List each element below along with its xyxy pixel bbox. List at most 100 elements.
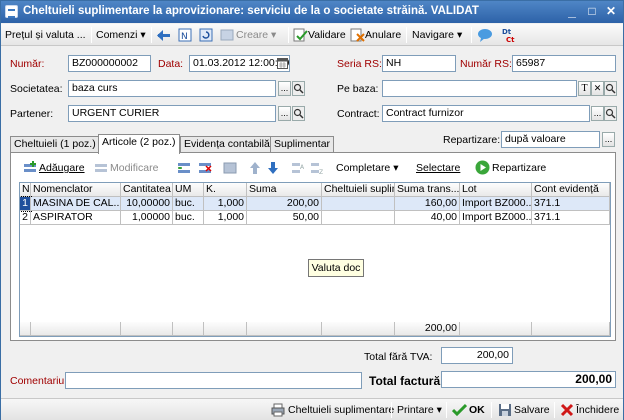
tab-accounting[interactable]: Evidența contabilă xyxy=(180,136,274,153)
footer-cell xyxy=(31,322,121,336)
partner-field[interactable]: URGENT CURIER xyxy=(68,105,276,122)
tab-expenses[interactable]: Cheltuieli (1 poz.) xyxy=(10,136,100,153)
search-icon[interactable] xyxy=(604,81,617,96)
minimize-button[interactable]: _ xyxy=(563,3,581,20)
svg-text:A: A xyxy=(300,164,305,171)
navigate-menu-button[interactable]: Navigare ▾ xyxy=(412,26,462,44)
add-button[interactable]: Adăugare xyxy=(39,159,85,177)
text-t-button[interactable]: T xyxy=(578,81,591,96)
table-cell[interactable]: Import BZ000... xyxy=(460,197,532,211)
price-currency-button[interactable]: Prețul și valuta ... xyxy=(5,26,86,44)
tab-supplementary[interactable]: Suplimentar xyxy=(270,136,335,153)
column-header[interactable]: Suma trans... xyxy=(395,183,460,197)
invoice-total-label: Total factură: xyxy=(369,374,445,388)
create-menu-button[interactable]: Creare ▾ xyxy=(236,26,276,44)
search-icon[interactable] xyxy=(292,81,305,96)
footer-cell xyxy=(20,322,31,336)
modify-button[interactable]: Modificare xyxy=(110,159,158,177)
table-cell[interactable]: 371.1 xyxy=(532,197,610,211)
close-button[interactable]: ✕ xyxy=(602,3,620,20)
contract-label: Contract: xyxy=(337,108,380,120)
ellipsis-button[interactable]: ... xyxy=(602,132,615,147)
move-up-icon xyxy=(250,162,260,174)
table-cell[interactable]: 40,00 xyxy=(395,211,460,225)
title-bar: Cheltuieli suplimentare la aprovizionare… xyxy=(1,1,623,23)
bottom-toolbar: Cheltuieli suplimentare Printare ▾ OK Sa… xyxy=(1,398,623,420)
maximize-button[interactable]: □ xyxy=(583,3,601,20)
column-header[interactable]: Cantitatea xyxy=(121,183,173,197)
validate-button[interactable]: Validare xyxy=(308,26,346,44)
table-cell[interactable]: 1,00000 xyxy=(121,211,173,225)
number-field[interactable]: BZ000000002 xyxy=(68,55,151,72)
chat-bubble-icon[interactable] xyxy=(477,28,493,42)
date-value: 01.03.2012 12:00:00 xyxy=(193,57,290,69)
comment-field[interactable] xyxy=(65,372,362,389)
column-header[interactable]: Cont evidență xyxy=(532,183,610,197)
ellipsis-button[interactable]: ... xyxy=(278,106,291,121)
table-cell[interactable] xyxy=(322,197,395,211)
annul-button[interactable]: Anulare xyxy=(365,26,401,44)
column-header[interactable]: UM xyxy=(173,183,204,197)
delete-row-icon[interactable] xyxy=(198,161,212,175)
series-field[interactable]: NH xyxy=(382,55,456,72)
number-label: Număr: xyxy=(10,58,45,70)
search-icon[interactable] xyxy=(292,106,305,121)
column-header[interactable]: Suma xyxy=(247,183,322,197)
table-cell[interactable]: 160,00 xyxy=(395,197,460,211)
table-cell[interactable]: 1,000 xyxy=(204,197,247,211)
currency-tooltip: Valuta doc xyxy=(308,259,364,277)
company-field[interactable]: baza curs xyxy=(68,80,276,97)
column-header[interactable]: Nr. xyxy=(20,183,31,197)
close-window-button[interactable]: Închidere xyxy=(576,401,619,419)
table-cell[interactable]: Import BZ000... xyxy=(460,211,532,225)
column-header[interactable]: K. xyxy=(204,183,247,197)
additional-expenses-button[interactable]: Cheltuieli suplimentare xyxy=(288,401,394,419)
insert-row-icon[interactable] xyxy=(177,161,191,175)
calendar-icon[interactable] xyxy=(277,58,288,69)
table-cell[interactable]: ASPIRATOR xyxy=(31,211,121,225)
complete-menu-button[interactable]: Completare ▾ xyxy=(336,159,398,177)
clear-x-button[interactable]: ✕ xyxy=(591,81,604,96)
document-icon[interactable]: N xyxy=(178,28,192,42)
toolbar-separator xyxy=(91,27,92,43)
total-no-vat-field: 200,00 xyxy=(441,347,513,364)
table-cell[interactable]: MASINA DE CAL... xyxy=(31,197,121,211)
search-icon[interactable] xyxy=(604,106,617,121)
print-menu-button[interactable]: Printare ▾ xyxy=(397,401,442,419)
orders-menu-button[interactable]: Comenzi ▾ xyxy=(96,26,146,44)
debit-credit-icon[interactable]: DtCt xyxy=(501,27,517,43)
back-arrow-icon[interactable] xyxy=(157,28,171,42)
save-button[interactable]: Salvare xyxy=(514,401,550,419)
ok-button[interactable]: OK xyxy=(469,401,485,419)
column-header[interactable]: Lot xyxy=(460,183,532,197)
distribution-field[interactable]: după valoare xyxy=(501,131,600,148)
table-cell[interactable]: 200,00 xyxy=(247,197,322,211)
articles-panel: Adăugare Modificare A Z Completare ▾ Sel… xyxy=(10,152,616,341)
row-number[interactable]: 1 xyxy=(20,196,32,212)
table-cell[interactable]: 371.1 xyxy=(532,211,610,225)
table-cell[interactable]: buc. xyxy=(173,197,204,211)
based-on-field[interactable] xyxy=(382,80,577,97)
toolbar-separator xyxy=(391,402,392,418)
contract-field[interactable]: Contract furnizor xyxy=(382,105,590,122)
table-cell[interactable]: 1,000 xyxy=(204,211,247,225)
cancel-doc-icon xyxy=(350,28,365,42)
date-field[interactable]: 01.03.2012 12:00:00 xyxy=(189,55,290,72)
table-cell[interactable] xyxy=(322,211,395,225)
column-header[interactable]: Cheltuieli suplim. xyxy=(322,183,395,197)
svg-text:Dt: Dt xyxy=(502,28,512,36)
move-down-icon[interactable] xyxy=(267,161,279,175)
refresh-icon[interactable] xyxy=(199,28,213,42)
ellipsis-button[interactable]: ... xyxy=(278,81,291,96)
ellipsis-button[interactable]: ... xyxy=(591,106,604,121)
table-cell[interactable]: buc. xyxy=(173,211,204,225)
distribute-button[interactable]: Repartizare xyxy=(492,159,546,177)
table-cell[interactable]: 10,00000 xyxy=(121,197,173,211)
select-button[interactable]: Selectare xyxy=(416,159,460,177)
column-header[interactable]: Nomenclator xyxy=(31,183,121,197)
row-number[interactable]: 2 xyxy=(20,211,31,225)
toolbar-separator xyxy=(446,402,447,418)
tab-articles[interactable]: Articole (2 poz.) xyxy=(98,134,180,154)
table-cell[interactable]: 50,00 xyxy=(247,211,322,225)
number-rs-field[interactable]: 65987 xyxy=(512,55,616,72)
